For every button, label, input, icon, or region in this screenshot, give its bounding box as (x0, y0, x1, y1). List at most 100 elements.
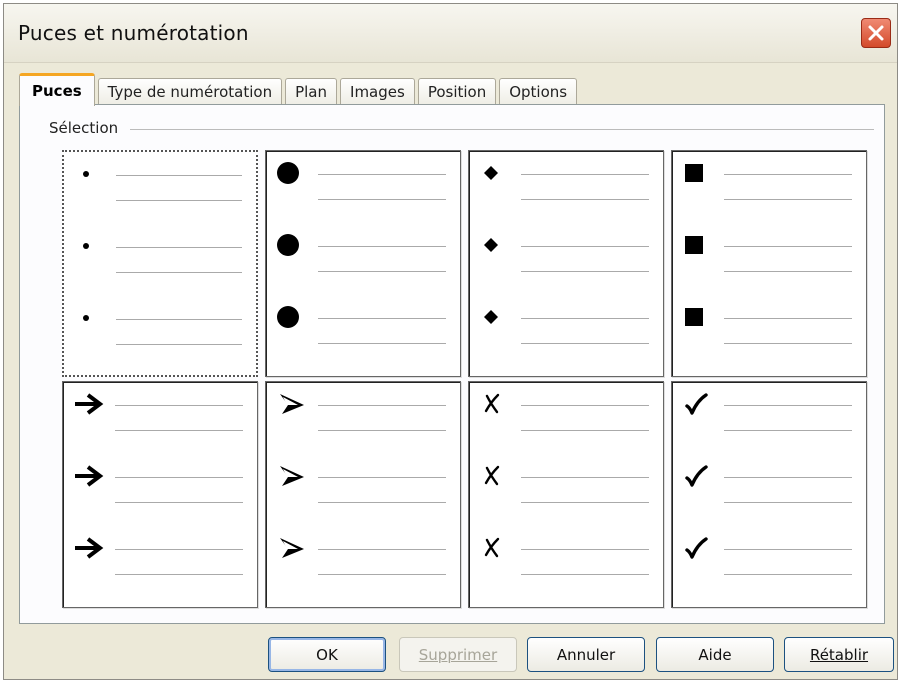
tab-position[interactable]: Position (417, 78, 497, 105)
preview-text-line (521, 405, 649, 406)
square-bullet-icon (680, 305, 716, 329)
bullet-style-checkmark[interactable] (671, 381, 867, 608)
preview-text-line (724, 477, 852, 478)
preview-text-line (115, 477, 243, 478)
preview-line (72, 162, 242, 202)
preview-text-line (521, 174, 649, 175)
preview-text-line (318, 405, 446, 406)
preview-line (680, 233, 852, 273)
close-button[interactable] (861, 18, 891, 48)
preview-text-line (318, 574, 446, 575)
arrowhead-bullet-icon (274, 464, 310, 488)
preview-text-line (724, 502, 852, 503)
preview-text-line (318, 199, 446, 200)
preview-line (274, 464, 446, 504)
tab-type-de-numerotation[interactable]: Type de numérotation (97, 78, 283, 105)
preview-line (274, 392, 446, 432)
bullet-style-arrow[interactable] (62, 381, 258, 608)
preview-text-line (724, 246, 852, 247)
preview-line (477, 161, 649, 201)
square-bullet-icon (680, 233, 716, 257)
bullet-style-cross[interactable] (468, 381, 664, 608)
preview-line (680, 305, 852, 345)
preview-text-line (724, 549, 852, 550)
cancel-button[interactable]: Annuler (527, 637, 645, 672)
preview-text-line (521, 430, 649, 431)
preview-text-line (116, 175, 242, 176)
reset-button[interactable]: Rétablir (784, 637, 894, 672)
arrow-bullet-icon (71, 536, 107, 560)
delete-button[interactable]: Supprimer (399, 637, 517, 672)
preview-line (680, 536, 852, 576)
preview-text-line (115, 405, 243, 406)
diamond-bullet-icon (477, 233, 513, 257)
preview-text-line (318, 430, 446, 431)
cross-bullet-icon (477, 392, 513, 416)
preview-text-line (116, 272, 242, 273)
bullet-style-small-dot[interactable] (62, 150, 258, 377)
tab-puces[interactable]: Puces (19, 73, 95, 106)
dialog-title: Puces et numérotation (18, 21, 249, 45)
preview-line (72, 306, 242, 346)
help-button[interactable]: Aide (656, 637, 774, 672)
small-dot-bullet-icon (72, 234, 108, 258)
preview-text-line (116, 344, 242, 345)
selection-group-label: Sélection (46, 119, 122, 137)
bullet-style-diamond[interactable] (468, 150, 664, 377)
preview-text-line (724, 430, 852, 431)
preview-line (71, 536, 243, 576)
checkmark-bullet-icon (680, 392, 716, 416)
bullets-numbering-dialog: Puces et numérotation Puces Type de numé… (3, 3, 898, 680)
diamond-bullet-icon (477, 305, 513, 329)
cross-bullet-icon (477, 536, 513, 560)
preview-text-line (116, 319, 242, 320)
preview-text-line (115, 574, 243, 575)
preview-line (477, 536, 649, 576)
preview-line (274, 233, 446, 273)
large-dot-bullet-icon (274, 305, 310, 329)
preview-text-line (318, 549, 446, 550)
preview-line (477, 464, 649, 504)
reset-button-label: Rétablir (809, 645, 869, 664)
preview-text-line (318, 318, 446, 319)
preview-text-line (724, 574, 852, 575)
tab-options[interactable]: Options (499, 78, 578, 105)
bullet-style-square[interactable] (671, 150, 867, 377)
tab-panel-puces: Sélection (19, 104, 885, 624)
bullet-style-large-dot[interactable] (265, 150, 461, 377)
preview-line (274, 305, 446, 345)
large-dot-bullet-icon (274, 161, 310, 185)
preview-text-line (521, 199, 649, 200)
title-bar[interactable]: Puces et numérotation (4, 4, 897, 63)
delete-button-label: Supprimer (418, 645, 498, 664)
preview-text-line (724, 405, 852, 406)
preview-text-line (521, 549, 649, 550)
group-divider (130, 129, 874, 130)
preview-line (71, 464, 243, 504)
ok-button[interactable]: OK (268, 637, 386, 672)
preview-text-line (521, 502, 649, 503)
preview-text-line (724, 318, 852, 319)
bullet-style-arrowhead[interactable] (265, 381, 461, 608)
preview-text-line (521, 246, 649, 247)
diamond-bullet-icon (477, 161, 513, 185)
tab-plan[interactable]: Plan (285, 78, 338, 105)
preview-text-line (116, 247, 242, 248)
preview-text-line (724, 271, 852, 272)
preview-text-line (521, 271, 649, 272)
preview-text-line (115, 549, 243, 550)
preview-line (274, 161, 446, 201)
preview-text-line (116, 200, 242, 201)
preview-line (680, 392, 852, 432)
preview-line (72, 234, 242, 274)
preview-text-line (724, 199, 852, 200)
preview-line (477, 392, 649, 432)
preview-text-line (521, 343, 649, 344)
preview-line (680, 161, 852, 201)
arrowhead-bullet-icon (274, 536, 310, 560)
preview-text-line (115, 502, 243, 503)
preview-line (71, 392, 243, 432)
preview-text-line (318, 246, 446, 247)
preview-text-line (521, 318, 649, 319)
tab-images[interactable]: Images (340, 78, 415, 105)
